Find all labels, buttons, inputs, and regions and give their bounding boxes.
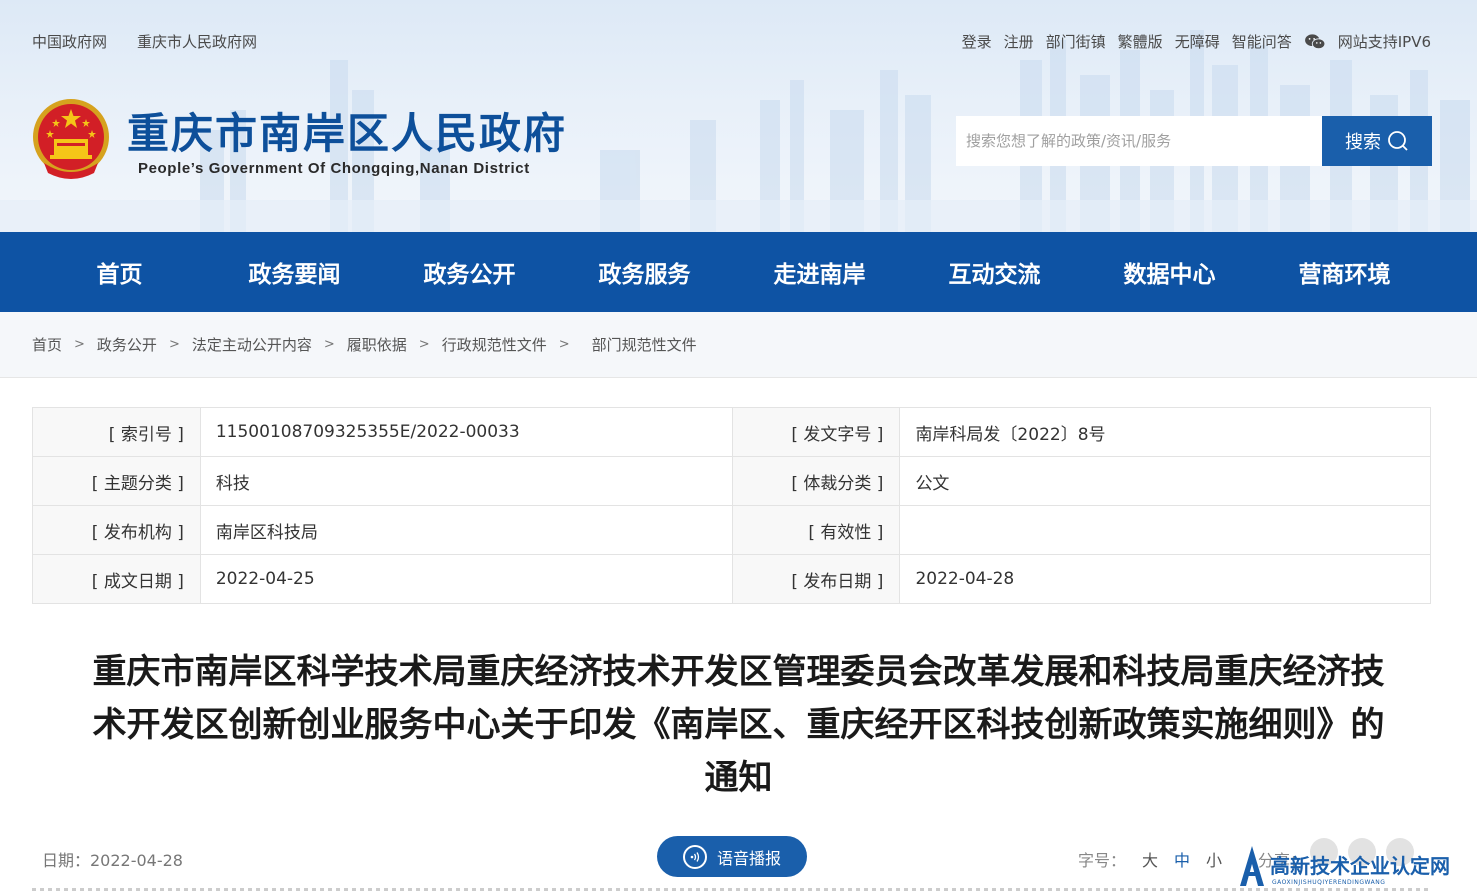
- wechat-icon[interactable]: [1304, 33, 1326, 51]
- top-links-right: 登录 注册 部门街镇 繁體版 无障碍 智能问答 网站支持IPV6: [962, 31, 1431, 52]
- index-number-value: 11500108709325355E/2022-00033: [199, 407, 733, 457]
- topic-category-value: 科技: [199, 456, 733, 506]
- breadcrumb-separator: >: [418, 337, 430, 352]
- publish-date-label: [ 发布日期 ]: [731, 554, 901, 604]
- index-number-label: [ 索引号 ]: [32, 407, 201, 457]
- link-chongqing-gov[interactable]: 重庆市人民政府网: [137, 31, 257, 52]
- doc-number-value: 南岸科局发〔2022〕8号: [899, 407, 1431, 457]
- font-size-medium[interactable]: 中: [1174, 847, 1190, 871]
- article-title-line: 术开发区创新创业服务中心关于印发《南岸区、重庆经开区科技创新政策实施细则》的: [92, 705, 1385, 745]
- top-links-left: 中国政府网 重庆市人民政府网: [32, 31, 257, 52]
- watermark-logo-icon: [1240, 846, 1264, 886]
- nav-about-nanan[interactable]: 走进南岸: [732, 232, 907, 312]
- topic-category-label: [ 主题分类 ]: [32, 456, 201, 506]
- voice-broadcast-button[interactable]: 语音播报: [657, 836, 807, 877]
- accessibility-link[interactable]: 无障碍: [1175, 31, 1220, 52]
- breadcrumb-duty-basis[interactable]: 履职依据: [347, 334, 407, 355]
- nav-gov-services[interactable]: 政务服务: [557, 232, 732, 312]
- breadcrumb-separator: >: [168, 337, 180, 352]
- genre-category-value: 公文: [899, 456, 1431, 506]
- search-box: 搜索: [956, 116, 1432, 166]
- link-china-gov[interactable]: 中国政府网: [32, 31, 107, 52]
- article-title-line: 重庆市南岸区科学技术局重庆经济技术开发区管理委员会改革发展和科技局重庆经济技: [92, 652, 1385, 692]
- nav-home[interactable]: 首页: [32, 232, 207, 312]
- written-date-label: [ 成文日期 ]: [32, 554, 201, 604]
- nav-business-env[interactable]: 营商环境: [1257, 232, 1432, 312]
- font-size-large[interactable]: 大: [1142, 847, 1158, 871]
- genre-category-label: [ 体裁分类 ]: [731, 456, 901, 506]
- publisher-value: 南岸区科技局: [199, 505, 733, 555]
- table-row: [ 成文日期 ] 2022-04-25 [ 发布日期 ] 2022-04-28: [32, 554, 1431, 604]
- written-date-value: 2022-04-25: [199, 554, 733, 604]
- watermark-subtext: GAOXINJISHUQIYERENDINGWANG: [1272, 879, 1386, 886]
- font-size-small[interactable]: 小: [1206, 847, 1222, 871]
- nav-gov-affairs-open[interactable]: 政务公开: [382, 232, 557, 312]
- validity-value: [899, 505, 1431, 555]
- site-subtitle: People’s Government Of Chongqing,Nanan D…: [138, 160, 530, 177]
- publish-date-value: 2022-04-28: [899, 554, 1431, 604]
- breadcrumb-admin-docs[interactable]: 行政规范性文件: [442, 334, 547, 355]
- breadcrumb-separator: >: [323, 337, 335, 352]
- publisher-label: [ 发布机构 ]: [32, 505, 201, 555]
- breadcrumb-bar: 首页 > 政务公开 > 法定主动公开内容 > 履职依据 > 行政规范性文件 > …: [0, 312, 1477, 378]
- validity-label: [ 有效性 ]: [731, 505, 901, 555]
- smart-qa-link[interactable]: 智能问答: [1232, 31, 1292, 52]
- breadcrumb-separator: >: [74, 337, 85, 352]
- traditional-chinese-link[interactable]: 繁體版: [1118, 31, 1163, 52]
- sound-wave-icon: [682, 844, 707, 869]
- nav-interaction[interactable]: 互动交流: [907, 232, 1082, 312]
- login-link[interactable]: 登录: [962, 31, 992, 52]
- site-header: 中国政府网 重庆市人民政府网 登录 注册 部门街镇 繁體版 无障碍 智能问答 网…: [0, 0, 1477, 232]
- article-date: 日期：2022-04-28: [42, 851, 183, 870]
- breadcrumb-statutory-content[interactable]: 法定主动公开内容: [192, 334, 312, 355]
- breadcrumb-gov-open[interactable]: 政务公开: [97, 334, 157, 355]
- ipv6-support-text: 网站支持IPV6: [1337, 33, 1431, 51]
- search-input[interactable]: [956, 116, 1322, 166]
- main-nav: 首页 政务要闻 政务公开 政务服务 走进南岸 互动交流 数据中心 营商环境: [0, 232, 1477, 312]
- site-title: 重庆市南岸区人民政府: [127, 109, 568, 158]
- article-title-line: 通知: [704, 758, 773, 798]
- watermark: 高新技术企业认定网 GAOXINJISHUQIYERENDINGWANG: [1236, 842, 1476, 892]
- nav-data-center[interactable]: 数据中心: [1082, 232, 1257, 312]
- voice-broadcast-label: 语音播报: [716, 848, 781, 868]
- nav-news[interactable]: 政务要闻: [207, 232, 382, 312]
- breadcrumb-dept-docs[interactable]: 部门规范性文件: [592, 334, 697, 355]
- breadcrumb: 首页 > 政务公开 > 法定主动公开内容 > 履职依据 > 行政规范性文件 > …: [32, 334, 697, 355]
- search-button-label: 搜索: [1345, 132, 1381, 153]
- table-row: [ 索引号 ] 11500108709325355E/2022-00033 [ …: [32, 407, 1431, 457]
- search-button[interactable]: 搜索: [1322, 116, 1432, 166]
- article-title: 重庆市南岸区科学技术局重庆经济技术开发区管理委员会改革发展和科技局重庆经济技 术…: [40, 646, 1437, 805]
- table-row: [ 发布机构 ] 南岸区科技局 [ 有效性 ]: [32, 505, 1431, 555]
- doc-number-label: [ 发文字号 ]: [731, 407, 901, 457]
- register-link[interactable]: 注册: [1004, 31, 1034, 52]
- divider: [32, 888, 1431, 891]
- font-size-label: 字号：: [1078, 851, 1127, 870]
- watermark-text: 高新技术企业认定网: [1270, 854, 1450, 878]
- breadcrumb-separator: >: [558, 337, 570, 352]
- breadcrumb-home[interactable]: 首页: [32, 334, 62, 355]
- table-row: [ 主题分类 ] 科技 [ 体裁分类 ] 公文: [32, 456, 1431, 506]
- document-info-table: [ 索引号 ] 11500108709325355E/2022-00033 [ …: [32, 407, 1431, 604]
- search-icon: [1388, 131, 1408, 151]
- departments-link[interactable]: 部门街镇: [1046, 31, 1106, 52]
- national-emblem-icon: [33, 99, 109, 179]
- font-size-selector: 字号： 大 中 小: [1078, 847, 1222, 871]
